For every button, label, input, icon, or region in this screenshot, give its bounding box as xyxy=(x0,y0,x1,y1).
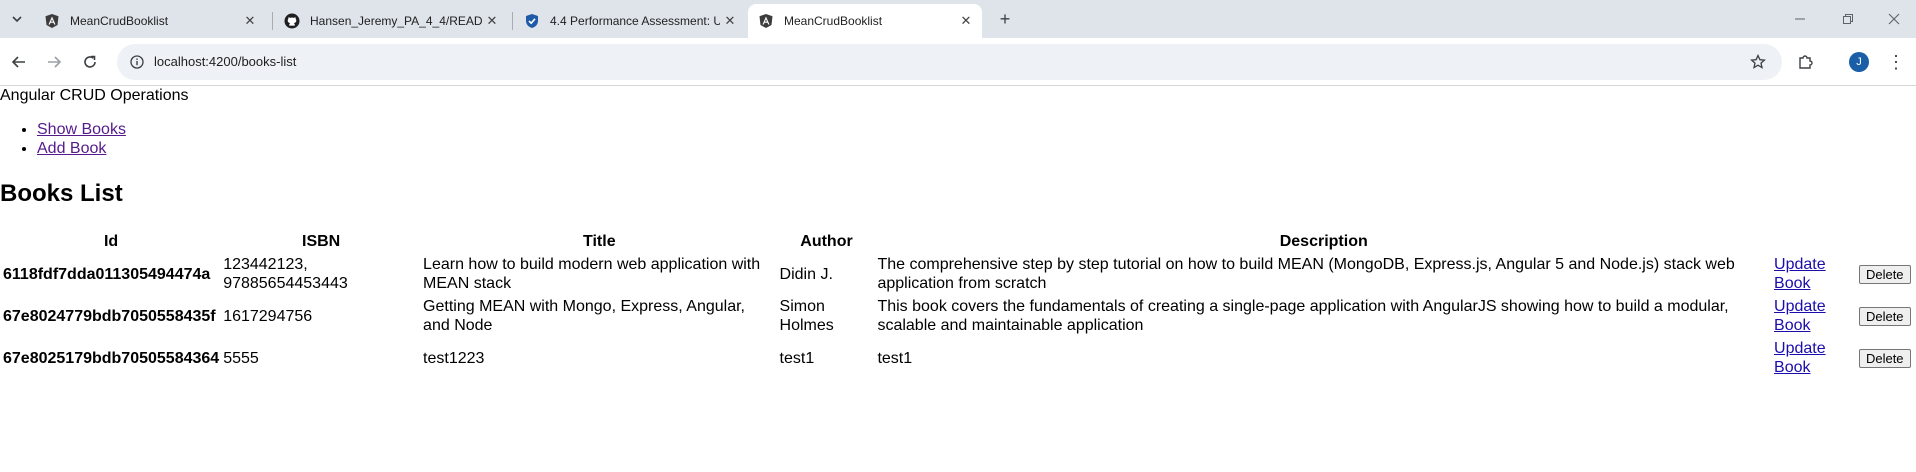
tab-strip: MeanCrudBooklist ✕ Hansen_Jeremy_PA_4_4/… xyxy=(0,0,1916,38)
book-id: 6118fdf7dda011305494474a xyxy=(3,265,211,283)
book-author: Didin J. xyxy=(779,265,833,283)
column-header-update xyxy=(1773,232,1856,252)
tab-meancrud-active[interactable]: MeanCrudBooklist ✕ xyxy=(748,4,982,38)
update-cell: Update Book xyxy=(1773,338,1856,378)
table-header-row: Id ISBN Title Author Description xyxy=(2,232,1914,252)
more-vert-icon: ⋮ xyxy=(1887,51,1905,72)
site-info-icon[interactable] xyxy=(128,53,146,71)
angular-icon xyxy=(758,13,774,29)
delete-button[interactable]: Delete xyxy=(1858,306,1911,326)
close-icon[interactable]: ✕ xyxy=(956,11,976,31)
arrow-left-icon xyxy=(11,56,25,68)
minimize-icon xyxy=(1795,18,1805,20)
tab-github[interactable]: Hansen_Jeremy_PA_4_4/READM ✕ xyxy=(274,4,508,38)
update-cell: Update Book xyxy=(1773,254,1856,294)
restore-icon xyxy=(1843,14,1853,24)
column-header-description: Description xyxy=(1279,233,1368,250)
address-bar[interactable]: localhost:4200/books-list xyxy=(117,44,1782,80)
update-book-link[interactable]: Update Book xyxy=(1774,298,1826,334)
book-title: test1223 xyxy=(423,349,485,367)
menu-button[interactable]: ⋮ xyxy=(1884,50,1908,74)
plus-icon: + xyxy=(999,8,1011,29)
back-button[interactable] xyxy=(7,50,31,74)
book-description: test1 xyxy=(877,349,913,367)
new-tab-button[interactable]: + xyxy=(994,8,1016,30)
restore-button[interactable] xyxy=(1828,6,1868,32)
update-book-link[interactable]: Update Book xyxy=(1774,340,1826,376)
column-header-author: Author xyxy=(800,233,853,250)
column-header-id: Id xyxy=(103,233,119,250)
tab-performance-assessment[interactable]: 4.4 Performance Assessment: U ✕ xyxy=(514,4,746,38)
arrow-right-icon xyxy=(48,56,62,68)
delete-button[interactable]: Delete xyxy=(1858,264,1911,284)
book-id: 67e8025179bdb70505584364 xyxy=(3,349,220,367)
tab-meancrud-1[interactable]: MeanCrudBooklist ✕ xyxy=(34,4,266,38)
close-window-button[interactable] xyxy=(1874,6,1914,32)
tab-search-button[interactable] xyxy=(6,8,28,30)
url-text[interactable]: localhost:4200/books-list xyxy=(154,54,296,69)
reload-button[interactable] xyxy=(78,50,102,74)
table-row: 6118fdf7dda011305494474a 123442123, 9788… xyxy=(2,254,1914,294)
shield-icon xyxy=(524,13,540,29)
close-icon xyxy=(1888,13,1900,25)
book-title: Getting MEAN with Mongo, Express, Angula… xyxy=(423,298,745,334)
app-title: Angular CRUD Operations xyxy=(0,87,189,104)
column-header-delete xyxy=(1858,232,1914,252)
chevron-down-icon xyxy=(12,16,22,23)
table-row: 67e8024779bdb7050558435f 1617294756 Gett… xyxy=(2,296,1914,336)
book-author: Simon Holmes xyxy=(779,298,834,334)
nav-item-add-book: Add Book xyxy=(37,139,126,158)
close-icon[interactable]: ✕ xyxy=(720,11,740,31)
tab-separator xyxy=(272,12,273,30)
browser-toolbar: localhost:4200/books-list J ⋮ xyxy=(0,38,1916,86)
book-author: test1 xyxy=(779,349,815,367)
forward-button[interactable] xyxy=(42,50,66,74)
book-isbn: 1617294756 xyxy=(223,307,313,325)
page-content: Angular CRUD Operations Show Books Add B… xyxy=(0,86,1916,472)
delete-cell: Delete xyxy=(1858,296,1914,336)
github-icon xyxy=(284,13,300,29)
close-icon[interactable]: ✕ xyxy=(482,11,502,31)
book-description: This book covers the fundamentals of cre… xyxy=(877,298,1729,334)
update-book-link[interactable]: Update Book xyxy=(1774,256,1826,292)
tab-title: MeanCrudBooklist xyxy=(70,14,169,28)
delete-button[interactable]: Delete xyxy=(1858,348,1911,368)
minimize-button[interactable] xyxy=(1780,6,1820,32)
page-title: Books List xyxy=(0,180,123,207)
book-isbn: 5555 xyxy=(223,349,259,367)
tab-title: MeanCrudBooklist xyxy=(784,14,883,28)
tab-separator xyxy=(512,12,513,30)
puzzle-icon xyxy=(1799,55,1813,69)
show-books-link[interactable]: Show Books xyxy=(37,121,126,138)
reload-icon xyxy=(84,55,96,68)
add-book-link[interactable]: Add Book xyxy=(37,140,106,157)
update-cell: Update Book xyxy=(1773,296,1856,336)
book-id: 67e8024779bdb7050558435f xyxy=(3,307,216,325)
nav-item-show-books: Show Books xyxy=(37,120,126,139)
extensions-button[interactable] xyxy=(1794,50,1818,74)
close-icon[interactable]: ✕ xyxy=(240,11,260,31)
app-nav: Show Books Add Book xyxy=(0,120,126,158)
bookmark-star-icon[interactable] xyxy=(1748,52,1768,72)
column-header-isbn: ISBN xyxy=(302,233,341,250)
book-title: Learn how to build modern web applicatio… xyxy=(423,256,761,292)
books-table: Id ISBN Title Author Description 6118fdf… xyxy=(0,230,1916,380)
tab-title: Hansen_Jeremy_PA_4_4/READM xyxy=(310,14,482,28)
book-description: The comprehensive step by step tutorial … xyxy=(877,256,1735,292)
tab-title: 4.4 Performance Assessment: U xyxy=(550,14,720,28)
book-isbn: 123442123, 97885654453443 xyxy=(223,256,348,292)
column-header-title: Title xyxy=(582,233,616,250)
delete-cell: Delete xyxy=(1858,254,1914,294)
angular-icon xyxy=(44,13,60,29)
delete-cell: Delete xyxy=(1858,338,1914,378)
avatar[interactable]: J xyxy=(1849,52,1869,72)
table-row: 67e8025179bdb70505584364 5555 test1223 t… xyxy=(2,338,1914,378)
